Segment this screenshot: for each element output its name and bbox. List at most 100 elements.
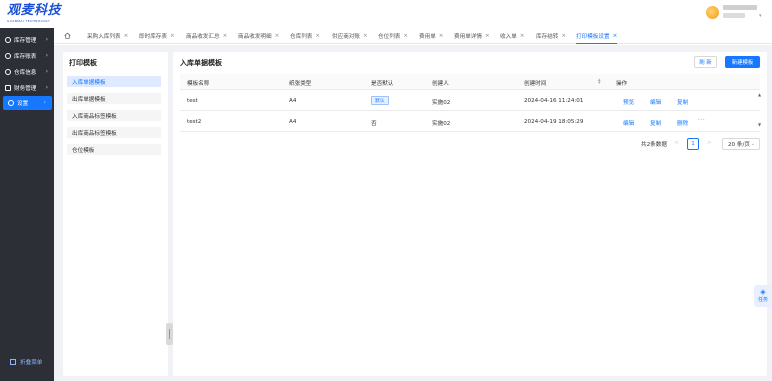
collapse-menu-button[interactable]: 折叠菜单	[10, 358, 42, 366]
sidebar-item-label: 库存管理	[14, 38, 37, 44]
edit-link[interactable]: 编辑	[623, 119, 634, 127]
category-location[interactable]: 仓位模板	[67, 144, 161, 155]
scroll-down-icon[interactable]: ▼	[758, 122, 761, 127]
user-avatar[interactable]	[706, 6, 719, 19]
chevron-right-icon: ›	[45, 84, 48, 91]
close-icon[interactable]: ×	[275, 33, 280, 39]
sidebar-item-inventory[interactable]: 库存管理 ›	[0, 33, 54, 47]
cell-created: 2024-04-16 11:24:01	[524, 98, 584, 104]
prev-page-button[interactable]: <	[674, 140, 679, 146]
close-icon[interactable]: ×	[363, 33, 368, 39]
cell-paper: A4	[289, 98, 297, 104]
table-header: 模板名称 纸张类型 是否默认 创建人 创建时间 ▴ ▾ 操作	[180, 74, 760, 90]
close-icon[interactable]: ×	[613, 33, 618, 39]
category-outbound-doc[interactable]: 出库单据模板	[67, 93, 161, 104]
collapse-menu-label: 折叠菜单	[20, 360, 43, 366]
tab-expense-detail[interactable]: 费用单详情 ×	[454, 28, 490, 44]
tab-label: 商品收发汇总	[186, 34, 220, 40]
cell-name: test	[187, 98, 198, 104]
panel-resize-handle[interactable]	[166, 323, 173, 345]
table-row: test2 A4 否 实施02 2024-04-19 18:05:29 编辑 复…	[180, 112, 760, 132]
tab-print-template-settings[interactable]: 打印模板设置 ×	[576, 28, 618, 44]
tab-goods-summary[interactable]: 商品收发汇总 ×	[186, 28, 227, 44]
tab-supplier-reconcile[interactable]: 供应商对账 ×	[332, 28, 368, 44]
next-page-button[interactable]: >	[707, 140, 712, 146]
copy-link[interactable]: 复制	[650, 119, 661, 127]
cell-created: 2024-04-19 18:05:29	[524, 119, 584, 125]
cell-default: 否	[371, 121, 377, 127]
panel-title: 打印模板	[69, 59, 97, 67]
tab-label: 即时库存表	[139, 34, 167, 40]
box-icon	[5, 37, 11, 43]
sidebar-item-label: 财务管理	[14, 86, 37, 92]
category-inbound-label[interactable]: 入库商品标签模板	[67, 110, 161, 121]
page-size-select[interactable]: 20 条/页 ⌄	[722, 138, 760, 150]
gear-icon	[8, 100, 14, 106]
tab-income[interactable]: 收入单 ×	[500, 28, 524, 44]
refresh-button[interactable]: 刷 新	[694, 56, 717, 68]
tab-warehouse-list[interactable]: 仓库列表 ×	[290, 28, 320, 44]
tab-label: 供应商对账	[332, 34, 360, 40]
page-1-button[interactable]: 1	[687, 138, 699, 150]
app-header: 观麦科技 GUANMAI TECHNOLOGY ▾	[0, 0, 772, 28]
tab-location-list[interactable]: 仓位列表 ×	[378, 28, 408, 44]
close-icon[interactable]: ×	[403, 33, 408, 39]
warehouse-icon	[5, 69, 11, 75]
category-label: 出库单据模板	[72, 96, 106, 103]
page-title: 入库单据模板	[180, 59, 222, 67]
tab-label: 库存结转	[536, 34, 559, 40]
cell-name: test2	[187, 119, 202, 125]
more-actions-icon[interactable]: ···	[698, 117, 705, 124]
tab-stock-carryover[interactable]: 库存结转 ×	[536, 28, 566, 44]
sidebar-item-warehouse[interactable]: 仓库信息 ›	[0, 65, 54, 79]
tab-label: 费用单详情	[454, 34, 482, 40]
sort-icon[interactable]: ▴ ▾	[598, 78, 601, 86]
tab-label: 收入单	[500, 34, 517, 40]
cell-creator: 实施02	[432, 121, 451, 127]
tab-purchase-inbound[interactable]: 采购入库列表 ×	[87, 28, 128, 44]
home-icon[interactable]	[64, 32, 71, 39]
template-list-panel: 入库单据模板 刷 新 新建模板 模板名称 纸张类型 是否默认 创建人 创建时间 …	[173, 52, 767, 376]
tab-label: 采购入库列表	[87, 34, 121, 40]
table-scrollbar[interactable]: ▲ ▼	[758, 92, 762, 128]
copy-link[interactable]: 复制	[677, 98, 688, 106]
scroll-up-icon[interactable]: ▲	[758, 92, 761, 97]
cell-paper: A4	[289, 119, 297, 125]
category-inbound-doc[interactable]: 入库单据模板	[67, 76, 161, 87]
task-label: 任务	[757, 297, 768, 303]
col-header-created: 创建时间	[524, 81, 547, 87]
preview-link[interactable]: 预览	[623, 98, 634, 106]
user-menu[interactable]: ▾	[706, 4, 764, 20]
company-logo[interactable]: 观麦科技 GUANMAI TECHNOLOGY	[7, 3, 62, 24]
tab-expense[interactable]: 费用单 ×	[419, 28, 443, 44]
chevron-down-icon[interactable]: ▾	[759, 13, 762, 19]
finance-icon	[5, 85, 11, 91]
logo-subtext: GUANMAI TECHNOLOGY	[7, 19, 51, 23]
close-icon[interactable]: ×	[223, 33, 228, 39]
close-icon[interactable]: ×	[439, 33, 444, 39]
sidebar-item-finance[interactable]: 财务管理 ›	[0, 81, 54, 95]
collapse-icon	[10, 359, 16, 365]
logo-text: 观麦科技	[7, 3, 62, 18]
edit-link[interactable]: 编辑	[650, 98, 661, 106]
tab-goods-detail[interactable]: 商品收发明细 ×	[238, 28, 279, 44]
sidebar-item-label: 仓库信息	[14, 70, 37, 76]
close-icon[interactable]: ×	[561, 33, 566, 39]
close-icon[interactable]: ×	[315, 33, 320, 39]
sidebar-item-settings[interactable]: 设置 ›	[3, 96, 52, 110]
category-label: 入库单据模板	[72, 79, 106, 86]
category-outbound-label[interactable]: 出库商品标签模板	[67, 127, 161, 138]
refresh-label: 刷 新	[699, 60, 712, 66]
tab-realtime-stock[interactable]: 即时库存表 ×	[139, 28, 175, 44]
tab-label: 打印模板设置	[576, 33, 610, 40]
task-float-button[interactable]: ◈ 任务	[754, 285, 772, 307]
report-icon	[5, 53, 11, 59]
delete-link[interactable]: 删除	[677, 119, 688, 127]
new-template-button[interactable]: 新建模板	[725, 56, 760, 68]
close-icon[interactable]: ×	[485, 33, 490, 39]
close-icon[interactable]: ×	[170, 33, 175, 39]
table-row: test A4 默认 实施02 2024-04-16 11:24:01 预览 编…	[180, 91, 760, 111]
close-icon[interactable]: ×	[124, 33, 129, 39]
sidebar-item-inventory-reports[interactable]: 库存账表 ›	[0, 49, 54, 63]
close-icon[interactable]: ×	[520, 33, 525, 39]
